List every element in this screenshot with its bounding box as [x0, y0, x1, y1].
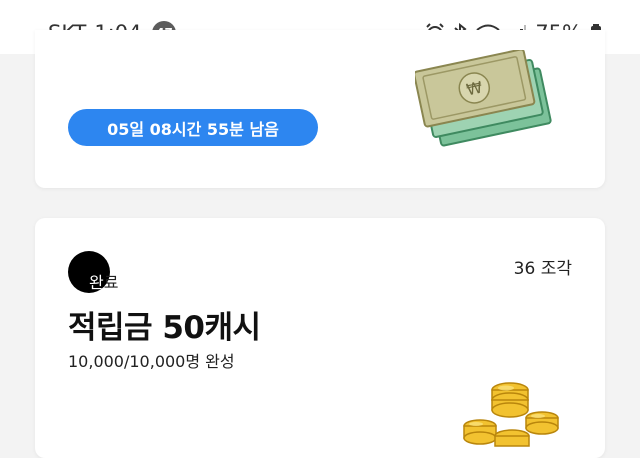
reward-card[interactable]: 완료 36 조각 적립금 50캐시 10,000/10,000명 완성: [35, 218, 605, 458]
cash-money-image: ₩: [413, 48, 555, 154]
pieces-count: 36 조각: [513, 259, 572, 279]
reward-title: 적립금 50캐시: [68, 310, 261, 346]
complete-label-part1: 완: [89, 273, 104, 292]
gold-coin-image: [440, 378, 590, 452]
remaining-time-pill: 05일 08시간 55분 남음: [68, 109, 318, 146]
complete-label-part2: 료: [103, 273, 119, 292]
participants-count: 10,000/10,000명 완성: [68, 352, 235, 371]
event-card[interactable]: ₩ 05일 08시간 55분 남음: [35, 30, 605, 188]
complete-label: 완료: [89, 274, 118, 292]
